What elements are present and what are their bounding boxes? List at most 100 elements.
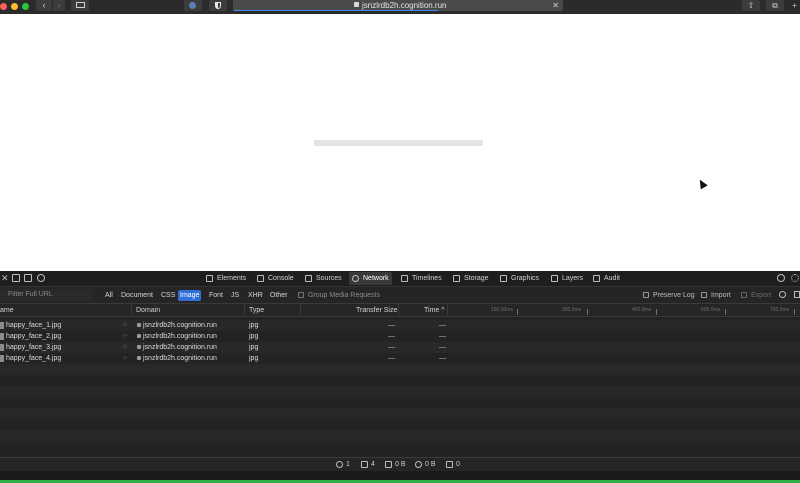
- filter-url-input[interactable]: [0, 289, 92, 301]
- request-name: happy_face_1.jpg: [6, 322, 62, 329]
- timeline-tick-label: 300.0ms: [562, 307, 582, 313]
- tabs-icon: ⧉: [772, 1, 778, 10]
- table-row[interactable]: happy_face_3.jpg ⁘ jsnzlrdb2h.cognition.…: [0, 342, 800, 353]
- tab-storage[interactable]: Storage: [450, 272, 492, 285]
- inspect-element-icon[interactable]: [37, 274, 45, 282]
- tab-label: Audit: [604, 275, 620, 282]
- undock-icon[interactable]: [24, 274, 32, 282]
- search-icon[interactable]: [777, 274, 785, 282]
- column-divider[interactable]: [447, 304, 448, 317]
- column-divider[interactable]: [398, 304, 399, 317]
- request-time: —: [439, 333, 446, 340]
- shield-icon: [215, 2, 221, 9]
- timeline-tick: [656, 309, 657, 315]
- elements-icon: [206, 275, 213, 282]
- table-row[interactable]: happy_face_2.jpg ⁘ jsnzlrdb2h.cognition.…: [0, 331, 800, 342]
- close-devtools-icon[interactable]: ✕: [1, 274, 9, 283]
- request-time: —: [439, 355, 446, 362]
- filter-type-font[interactable]: Font: [207, 290, 225, 301]
- request-name: happy_face_2.jpg: [6, 333, 62, 340]
- gear-icon[interactable]: [791, 274, 799, 282]
- mouse-cursor-icon: [696, 177, 708, 190]
- filter-type-all[interactable]: All: [103, 290, 115, 301]
- column-transfer-size[interactable]: Transfer Size: [356, 304, 397, 317]
- column-divider[interactable]: [244, 304, 245, 317]
- storage-icon: [453, 275, 460, 282]
- tab-graphics[interactable]: Graphics: [497, 272, 542, 285]
- column-name[interactable]: ame: [0, 304, 14, 317]
- tab-console[interactable]: Console: [254, 272, 297, 285]
- zoom-window-button[interactable]: [22, 3, 29, 10]
- trash-icon[interactable]: [794, 291, 800, 298]
- table-row[interactable]: happy_face_4.jpg ⁘ jsnzlrdb2h.cognition.…: [0, 353, 800, 364]
- column-type[interactable]: Type: [249, 304, 264, 317]
- tab-label: Console: [268, 275, 294, 282]
- chevron-right-icon: ›: [57, 0, 61, 10]
- import-icon: [701, 292, 707, 298]
- preserve-log-checkbox[interactable]: Preserve Log: [643, 290, 695, 301]
- group-media-requests-checkbox[interactable]: Group Media Requests: [298, 290, 380, 301]
- timeline-tick-label: 150.00ms: [491, 307, 513, 313]
- column-domain[interactable]: Domain: [136, 304, 160, 317]
- extension-button[interactable]: [184, 0, 202, 11]
- sidebar-toggle-button[interactable]: [71, 0, 89, 11]
- tab-elements[interactable]: Elements: [203, 272, 249, 285]
- timeline-tick: [725, 309, 726, 315]
- column-divider[interactable]: [300, 304, 301, 317]
- share-button[interactable]: ⇧: [742, 0, 760, 11]
- request-domain: jsnzlrdb2h.cognition.run: [143, 355, 217, 362]
- tab-label: Network: [363, 275, 389, 282]
- column-time[interactable]: Time ^: [424, 304, 445, 317]
- image-file-icon: [0, 355, 4, 362]
- privacy-report-button[interactable]: [209, 0, 227, 11]
- tab-timelines[interactable]: Timelines: [398, 272, 445, 285]
- extension-icon: [189, 2, 196, 9]
- timeline-tick: [517, 309, 518, 315]
- close-window-button[interactable]: [0, 3, 7, 10]
- column-divider[interactable]: [131, 304, 132, 317]
- filter-type-xhr[interactable]: XHR: [246, 290, 265, 301]
- forward-button[interactable]: ›: [53, 0, 65, 11]
- download-icon: [415, 461, 422, 468]
- tab-layers[interactable]: Layers: [548, 272, 586, 285]
- request-domain: jsnzlrdb2h.cognition.run: [143, 333, 217, 340]
- tab-network[interactable]: Network: [349, 272, 392, 285]
- address-bar[interactable]: jsnzlrdb2h.cognition.run ✕: [233, 0, 563, 11]
- resource-size: 0 B: [415, 458, 436, 471]
- lock-icon: [137, 345, 141, 349]
- globe-icon: [336, 461, 343, 468]
- console-icon: [257, 275, 264, 282]
- requests-count-value: 1: [346, 461, 350, 468]
- export-button[interactable]: Export: [741, 290, 771, 301]
- import-button[interactable]: Import: [701, 290, 731, 301]
- filter-type-document[interactable]: Document: [119, 290, 155, 301]
- filter-type-image[interactable]: Image: [178, 290, 202, 301]
- load-time: 0: [446, 458, 460, 471]
- load-time-value: 0: [456, 461, 460, 468]
- resources-count-value: 4: [371, 461, 375, 468]
- minimize-window-button[interactable]: [11, 3, 18, 10]
- network-icon: [352, 275, 359, 282]
- tab-overview-button[interactable]: ⧉: [766, 0, 784, 11]
- filter-type-css[interactable]: CSS: [159, 290, 177, 301]
- timeline-tick-label: 750.0ms: [770, 307, 790, 313]
- lock-icon: [137, 356, 141, 360]
- clear-network-items-icon[interactable]: [779, 291, 786, 298]
- empty-row: [0, 441, 800, 452]
- filter-type-other[interactable]: Other: [268, 290, 290, 301]
- tab-sources[interactable]: Sources: [302, 272, 345, 285]
- image-file-icon: [0, 322, 4, 329]
- filter-type-js[interactable]: JS: [229, 290, 241, 301]
- tab-label: Sources: [316, 275, 342, 282]
- graphics-icon: [500, 275, 507, 282]
- back-button[interactable]: ‹: [36, 0, 52, 11]
- checkbox-icon: [643, 292, 649, 298]
- request-type: jpg: [249, 333, 259, 340]
- tab-audit[interactable]: Audit: [590, 272, 623, 285]
- new-tab-button[interactable]: +: [789, 0, 800, 11]
- share-icon: ⇧: [747, 1, 755, 10]
- table-row[interactable]: happy_face_1.jpg ⁘ jsnzlrdb2h.cognition.…: [0, 320, 800, 331]
- dock-icon[interactable]: [12, 274, 20, 282]
- empty-row: [0, 364, 800, 375]
- stop-loading-icon[interactable]: ✕: [552, 0, 559, 11]
